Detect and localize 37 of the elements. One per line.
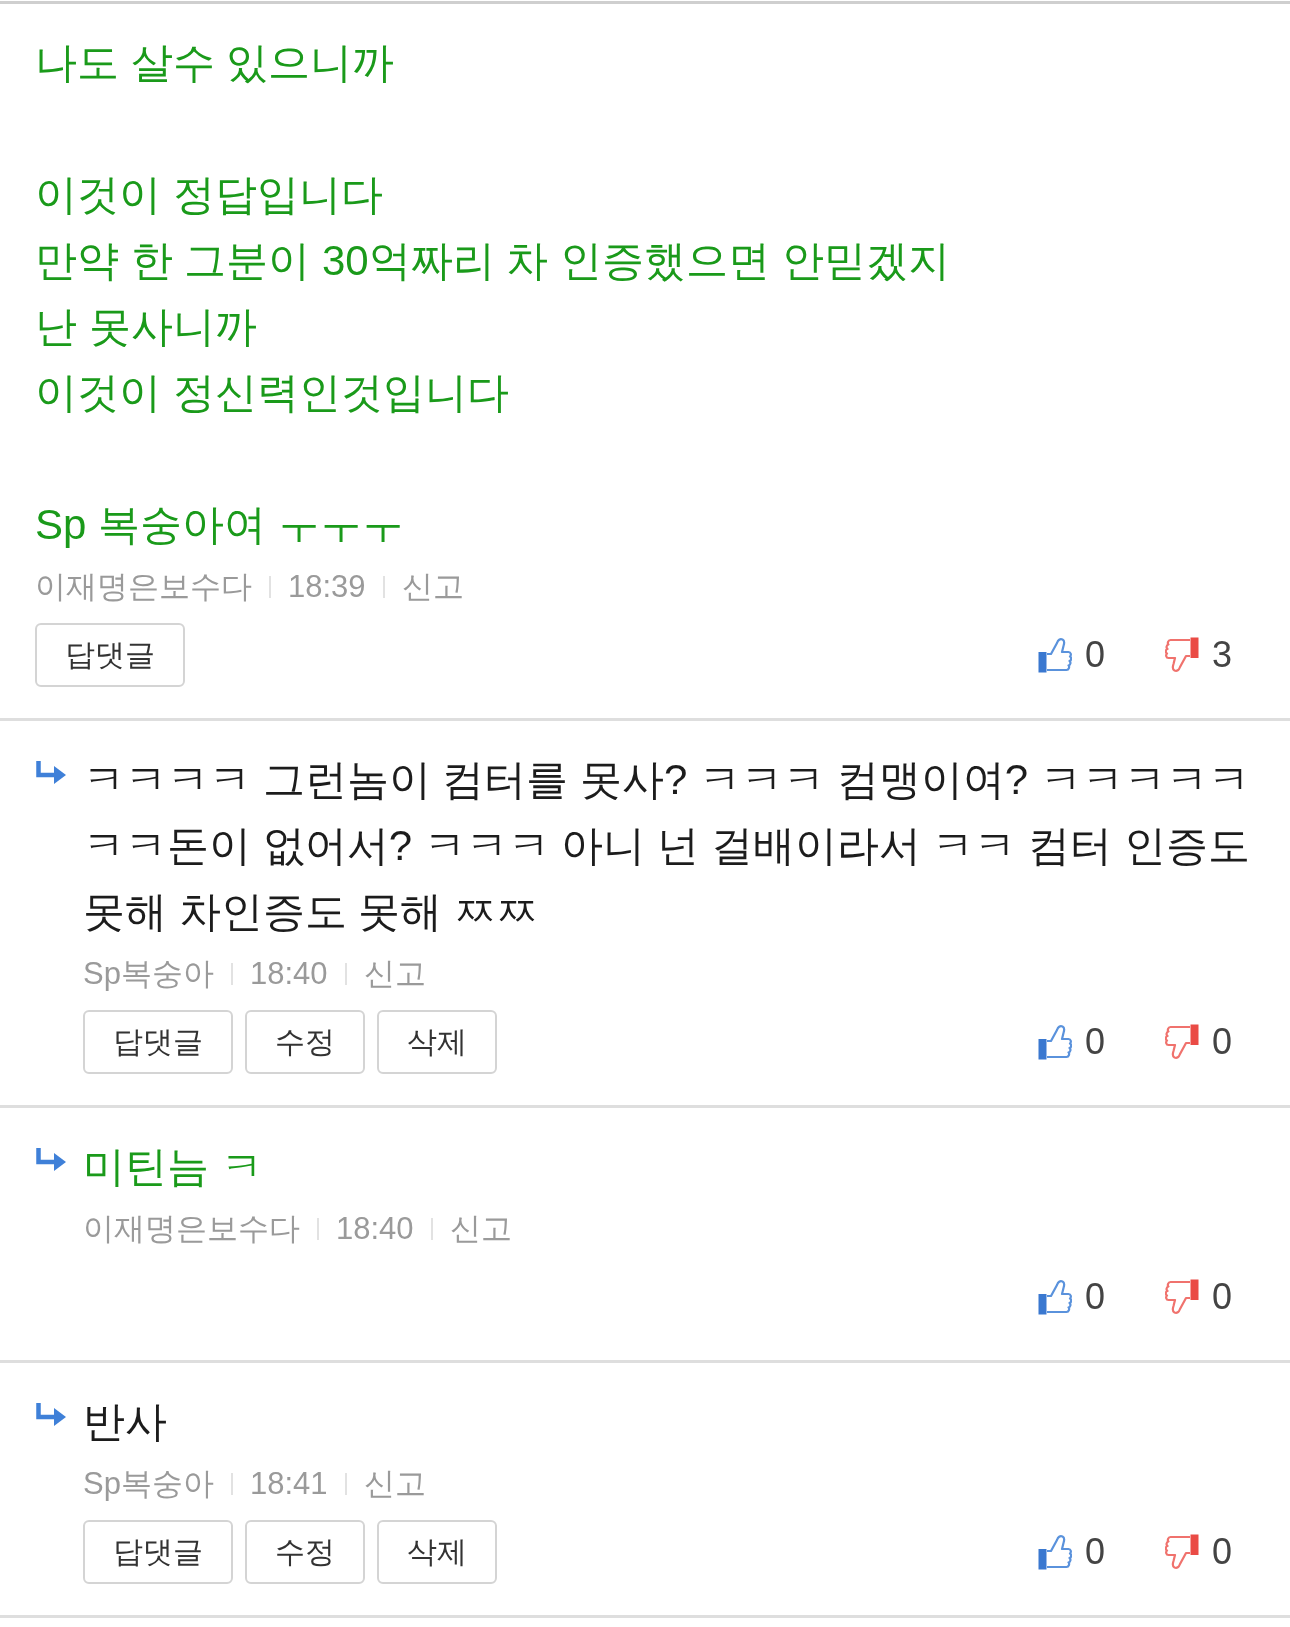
dislike-button[interactable]: 0: [1164, 1279, 1232, 1315]
like-button[interactable]: 0: [1037, 637, 1105, 673]
author-name: Sp복숭아: [83, 1464, 214, 1503]
action-button[interactable]: 답댓글: [35, 623, 185, 687]
comment-text: 이것이 정답입니다 만약 한 그분이 30억짜리 차 인증했으면 안믿겠지 난 못사니까 이것이 정신력인것입니다: [35, 170, 951, 418]
action-button[interactable]: 수정: [245, 1010, 365, 1074]
comment-time: 18:40: [336, 1209, 414, 1248]
thumbs-up-icon: [1037, 637, 1072, 673]
dislike-button[interactable]: 0: [1164, 1534, 1232, 1570]
comment-text: 미틴늠 ㅋ: [83, 1142, 264, 1192]
comment-text: ㅋㅋㅋㅋ 그런놈이 컴터를 못사? ㅋㅋㅋ 컴맹이여? ㅋㅋㅋㅋㅋㅋㅋ돈이 없어서? ㅋㅋㅋ 아니 넌 걸배이라서 ㅋㅋ 컴터 인증도 못해 차인증도 못해 ㅉㅉ: [83, 755, 1251, 937]
comment-text: 나도 살수 있으니까: [35, 38, 396, 88]
like-button[interactable]: 0: [1037, 1534, 1105, 1570]
thumbs-down-icon: [1164, 1024, 1199, 1060]
like-button[interactable]: 0: [1037, 1024, 1105, 1060]
action-button[interactable]: 답댓글: [83, 1520, 233, 1584]
author-name: 이재명은보수다: [83, 1209, 300, 1248]
action-button[interactable]: 삭제: [377, 1520, 497, 1584]
author-name: Sp복숭아: [83, 954, 214, 993]
dislike-button[interactable]: 3: [1164, 637, 1232, 673]
comment-time: 18:39: [288, 567, 366, 606]
author-name: 이재명은보수다: [35, 567, 252, 606]
action-button[interactable]: 답댓글: [83, 1010, 233, 1074]
like-button[interactable]: 0: [1037, 1279, 1105, 1315]
dislike-button[interactable]: 0: [1164, 1024, 1232, 1060]
action-button[interactable]: 수정: [245, 1520, 365, 1584]
thumbs-up-icon: [1037, 1024, 1072, 1060]
thumbs-up-icon: [1037, 1279, 1072, 1315]
thumbs-down-icon: [1164, 1534, 1199, 1570]
comment-text: Sp 복숭아여 ㅜㅜㅜ: [35, 500, 405, 550]
thumbs-down-icon: [1164, 637, 1199, 673]
comment-time: 18:40: [249, 954, 328, 993]
action-button[interactable]: 삭제: [377, 1010, 497, 1074]
comment-text: 반사: [83, 1397, 168, 1447]
comment-time: 18:41: [249, 1464, 328, 1503]
thumbs-down-icon: [1164, 1279, 1199, 1315]
thumbs-up-icon: [1037, 1534, 1072, 1570]
